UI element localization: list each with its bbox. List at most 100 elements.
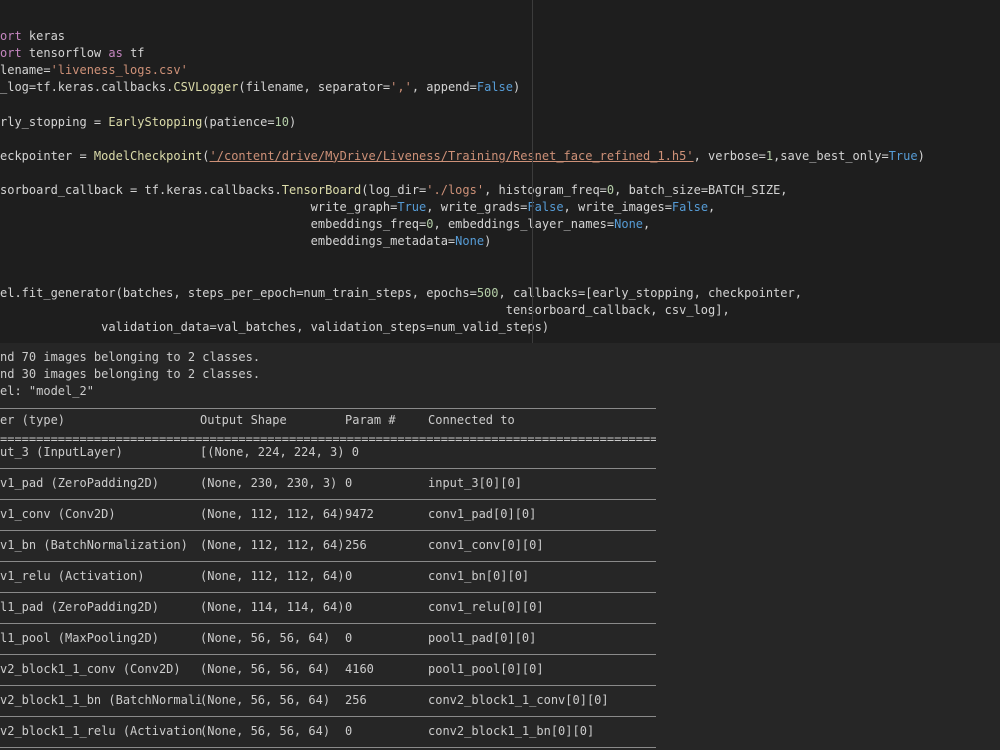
row-layer-name: l1_pool (MaxPooling2D) [0, 631, 159, 645]
code-editor[interactable]: ort keras ort tensorflow as tf lename='liv… [0, 0, 1000, 343]
cell-output-area: nd 70 images belonging to 2 classes. nd 3… [0, 343, 1000, 750]
row-divider [0, 530, 656, 531]
code-token: ( [202, 148, 210, 163]
code-token: ) [512, 80, 521, 95]
code-token: 500 [476, 285, 499, 300]
row-output-shape: (None, 112, 112, 64) [200, 569, 345, 583]
row-param-count: 0 [345, 600, 353, 614]
code-token: , verbose= [693, 148, 766, 163]
code-token: ) [289, 114, 297, 129]
code-token: as [108, 46, 123, 61]
code-token: True [397, 200, 427, 214]
code-line[interactable]: embeddings_metadata=None) [0, 233, 492, 250]
row-output-shape: (None, 56, 56, 64) [200, 631, 331, 645]
row-divider [0, 654, 656, 655]
row-divider [0, 468, 656, 469]
code-token: (filename, separator= [238, 80, 391, 95]
row-output-shape: (None, 56, 56, 64) [200, 662, 331, 676]
code-line[interactable]: validation_data=val_batches, validation_… [0, 319, 549, 336]
row-output-shape: (None, 112, 112, 64) [200, 538, 345, 552]
row-param-count: 0 [345, 724, 353, 738]
code-token: ort [0, 46, 22, 61]
code-token: None [455, 234, 485, 249]
code-token: TensorBoard [281, 182, 362, 197]
code-token: rly_stopping = [0, 114, 109, 129]
code-token: 'liveness_logs.csv' [50, 63, 188, 78]
summary-header: er (type) [0, 413, 66, 427]
code-token: , write_grads= [426, 200, 528, 214]
row-param-count: 9472 [345, 507, 374, 521]
code-token: False [671, 200, 709, 214]
row-divider [0, 561, 656, 562]
row-connected-to: conv1_pad[0][0] [428, 507, 537, 521]
code-line[interactable]: tensorboard_callback, csv_log], [0, 302, 730, 319]
row-layer-name: v2_block1_1_bn (BatchNormali [0, 693, 203, 707]
code-line[interactable]: ort keras [0, 28, 65, 45]
code-token: 1 [765, 148, 774, 163]
code-token: tensorflow [21, 46, 109, 61]
code-token: , histogram_freq= [484, 182, 607, 197]
code-token: (patience= [202, 114, 275, 129]
code-token: , embeddings_layer_names= [433, 217, 615, 232]
code-token: ModelCheckpoint [93, 148, 203, 163]
editor-ruler-line [532, 0, 533, 343]
row-divider [0, 685, 656, 686]
row-divider [0, 592, 656, 593]
row-layer-name: v1_pad (ZeroPadding2D) [0, 476, 159, 490]
code-token: el.fit_generator(batches, steps_per_epoc… [0, 285, 477, 300]
row-connected-to: conv1_relu[0][0] [428, 600, 544, 614]
row-output-shape: (None, 56, 56, 64) [200, 724, 331, 738]
row-layer-name: v1_conv (Conv2D) [0, 507, 116, 521]
code-line[interactable]: ort tensorflow as tf [0, 45, 145, 62]
code-line[interactable]: rly_stopping = EarlyStopping(patience=10… [0, 114, 296, 131]
table-rule [0, 408, 656, 409]
row-output-shape: (None, 56, 56, 64) [200, 693, 331, 707]
row-param-count: 256 [345, 538, 367, 552]
code-line[interactable]: embeddings_freq=0, embeddings_layer_name… [0, 216, 651, 233]
row-output-shape: (None, 230, 230, 3) [200, 476, 338, 490]
code-token: , batch_size=BATCH_SIZE, [614, 182, 788, 197]
code-line[interactable]: lename='liveness_logs.csv' [0, 62, 188, 79]
code-token: , write_images= [563, 200, 672, 214]
row-param-count: 0 [345, 569, 353, 583]
code-token: False [476, 80, 513, 95]
code-token: , append= [411, 80, 477, 95]
code-token: '/content/drive/MyDrive/Liveness/Trainin… [209, 148, 694, 163]
code-token: validation_data=val_batches, validation_… [0, 319, 550, 334]
code-line[interactable]: write_graph=True, write_grads= False, wri… [0, 199, 716, 216]
code-line[interactable]: _log=tf.keras.callbacks.CSVLogger(filena… [0, 79, 520, 96]
code-token: embeddings_freq= [0, 217, 427, 232]
code-token: 10 [274, 114, 289, 129]
row-output-shape: (None, 114, 114, 64) [200, 600, 345, 614]
summary-header: Output Shape [200, 413, 287, 427]
code-token: CSVLogger [173, 80, 239, 95]
code-token: None [614, 217, 644, 232]
code-token: ) [484, 234, 492, 249]
row-param-count: 0 [345, 476, 353, 490]
row-layer-name: v1_relu (Activation) [0, 569, 145, 583]
code-token: ,save_best_only= [773, 148, 889, 163]
code-token: embeddings_metadata= [0, 234, 456, 249]
code-token: , callbacks=[early_stopping, checkpointe… [498, 285, 802, 300]
code-line[interactable]: sorboard_callback = tf.keras.callbacks.T… [0, 182, 788, 199]
row-layer-name: v2_block1_1_conv (Conv2D) [0, 662, 181, 676]
row-connected-to: pool1_pad[0][0] [428, 631, 537, 645]
row-layer-name: l1_pad (ZeroPadding2D) [0, 600, 159, 614]
code-token: lename= [0, 63, 51, 78]
row-param-count: 0 [345, 631, 353, 645]
row-connected-to: conv1_conv[0][0] [428, 538, 544, 552]
row-output-shape: (None, 112, 112, 64) [200, 507, 345, 521]
code-token: './logs' [426, 182, 485, 197]
output-message: el: "model_2" [0, 384, 94, 398]
row-connected-to: conv1_bn[0][0] [428, 569, 530, 583]
code-line[interactable]: eckpointer = ModelCheckpoint('/content/d… [0, 148, 925, 165]
code-token: ) [917, 148, 925, 163]
code-token: ort [0, 29, 22, 43]
row-param-count: 256 [345, 693, 367, 707]
row-divider [0, 623, 656, 624]
code-line[interactable]: el.fit_generator(batches, steps_per_epoc… [0, 285, 802, 302]
code-token: EarlyStopping [108, 114, 203, 129]
code-token: , [643, 217, 651, 232]
code-token: write_graph= [0, 200, 398, 214]
row-divider [0, 747, 656, 748]
